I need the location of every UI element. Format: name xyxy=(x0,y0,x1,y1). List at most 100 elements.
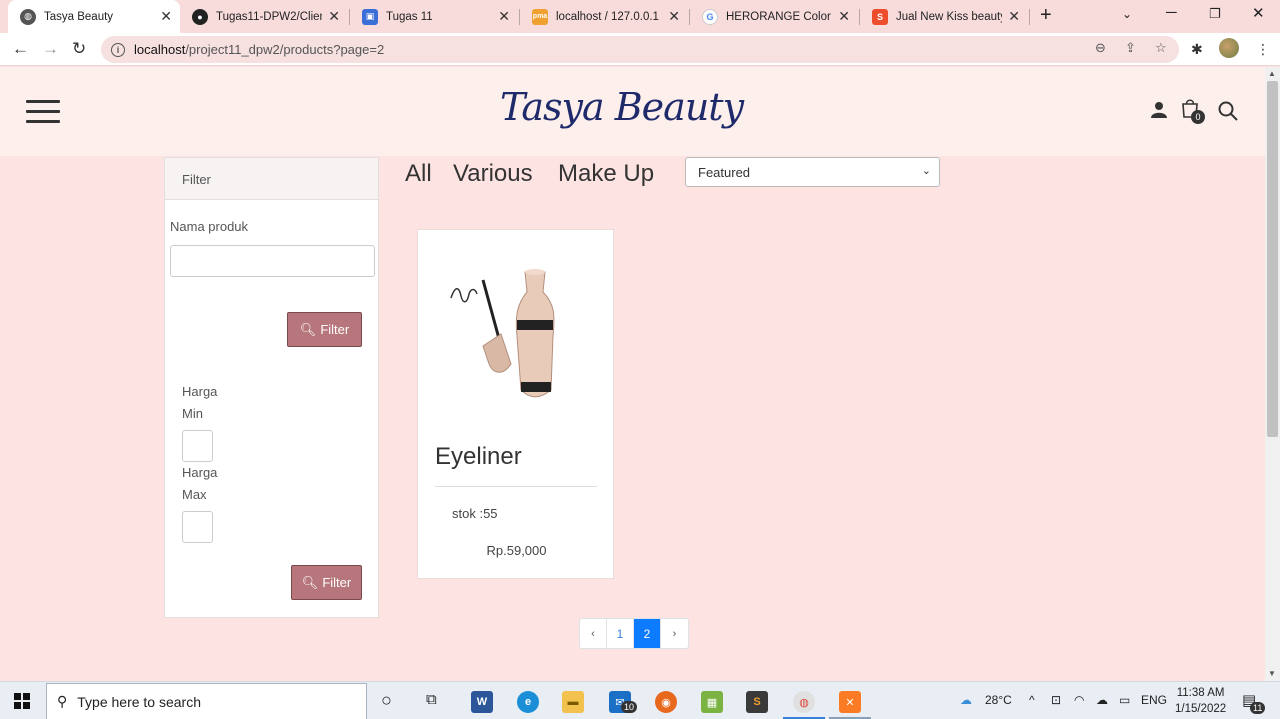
task-view-icon[interactable]: ⧉ xyxy=(426,691,437,708)
site-header: Tasya Beauty xyxy=(0,67,1265,156)
xampp-icon[interactable]: ✕ xyxy=(839,691,861,713)
filter-sidebar: Filter Nama produk 🔍︎ Filter Harga Min Ha… xyxy=(164,157,379,618)
price-max-label-line2: Max xyxy=(182,487,207,502)
category-all[interactable]: All xyxy=(405,160,432,188)
price-min-label-line2: Min xyxy=(182,406,203,421)
zoom-icon[interactable]: ⊖ xyxy=(1095,40,1106,56)
close-tab-icon[interactable]: ✕ xyxy=(328,8,340,25)
taskbar-clock[interactable]: 11:38 AM 1/15/2022 xyxy=(1175,685,1226,717)
close-window-icon[interactable]: ✕ xyxy=(1252,4,1265,22)
new-tab-button[interactable]: + xyxy=(1040,4,1052,27)
profile-avatar[interactable] xyxy=(1219,38,1239,58)
battery-icon[interactable]: ▭ xyxy=(1119,693,1130,707)
taskbar-search-placeholder: Type here to search xyxy=(77,693,202,710)
phpmyadmin-icon: pma xyxy=(532,8,548,25)
price-max-label: Harga Max xyxy=(182,465,217,502)
close-tab-icon[interactable]: ✕ xyxy=(668,8,680,25)
sort-select[interactable]: Featured ⌄ xyxy=(685,157,940,187)
product-name-label: Nama produk xyxy=(170,219,249,234)
extensions-puzzle-icon[interactable]: ✱ xyxy=(1191,41,1203,58)
url-bar[interactable]: i localhost/project11_dpw2/products?page… xyxy=(101,36,1179,63)
pagination-prev[interactable]: ‹ xyxy=(580,619,607,648)
close-tab-icon[interactable]: ✕ xyxy=(160,8,172,25)
share-icon[interactable]: ⇪ xyxy=(1125,40,1136,56)
price-min-label: Harga Min xyxy=(182,384,217,421)
meet-now-icon[interactable]: ⊡ xyxy=(1051,693,1061,707)
tab-shopee[interactable]: S Jual New Kiss beauty ✕ xyxy=(860,0,1028,33)
category-various[interactable]: Various xyxy=(453,160,533,188)
site-info-icon[interactable]: i xyxy=(111,42,125,57)
sort-selected-value: Featured xyxy=(698,165,751,180)
winrar-icon[interactable]: ▦ xyxy=(701,691,723,713)
pagination-next[interactable]: › xyxy=(661,619,688,648)
notifications-badge: 11 xyxy=(1250,702,1266,714)
classroom-icon: ▣ xyxy=(362,8,378,25)
tab-github[interactable]: ● Tugas11-DPW2/Client ✕ xyxy=(180,0,348,33)
hamburger-menu-icon[interactable] xyxy=(26,100,60,124)
onedrive-icon[interactable]: ☁ xyxy=(1096,693,1108,707)
edge-icon[interactable]: e xyxy=(517,691,539,713)
wifi-icon[interactable]: ◠ xyxy=(1074,693,1084,707)
product-price: Rp.59,000 xyxy=(486,543,547,558)
price-min-label-line1: Harga xyxy=(182,384,218,399)
chrome-icon[interactable]: ◍ xyxy=(793,691,815,713)
cart-count-badge: 0 xyxy=(1191,110,1205,124)
firefox-icon[interactable]: ◉ xyxy=(655,691,677,713)
price-filter-button[interactable]: 🔍︎ Filter xyxy=(291,565,362,600)
scrollbar-thumb[interactable] xyxy=(1267,81,1278,437)
word-icon[interactable]: W xyxy=(471,691,493,713)
google-icon: G xyxy=(702,8,718,25)
clock-time: 11:38 AM xyxy=(1176,687,1225,699)
windows-start-icon[interactable] xyxy=(14,693,30,709)
minimize-icon[interactable]: ─ xyxy=(1166,4,1177,21)
close-tab-icon[interactable]: ✕ xyxy=(498,8,510,25)
scroll-down-arrow-icon[interactable]: ▼ xyxy=(1268,669,1276,678)
tab-classroom[interactable]: ▣ Tugas 11 ✕ xyxy=(350,0,518,33)
weather-temp[interactable]: 28°C xyxy=(985,693,1012,707)
tab-search-chevron-icon[interactable]: ⌄ xyxy=(1122,7,1132,21)
page-scrollbar[interactable]: ▲ ▼ xyxy=(1265,67,1280,681)
close-tab-icon[interactable]: ✕ xyxy=(1008,8,1020,25)
tray-chevron-up-icon[interactable]: ^ xyxy=(1029,693,1035,707)
product-card[interactable]: Eyeliner stok :55 Rp.59,000 xyxy=(417,229,614,579)
pagination-page-2[interactable]: 2 xyxy=(634,619,661,648)
back-arrow-icon[interactable]: ← xyxy=(12,39,29,59)
tab-google[interactable]: G HERORANGE Color D ✕ xyxy=(690,0,858,33)
github-icon: ● xyxy=(192,8,208,25)
search-icon: 🔍︎ xyxy=(301,574,319,590)
product-name-input[interactable] xyxy=(170,245,375,277)
site-logo[interactable]: Tasya Beauty xyxy=(500,85,744,129)
tab-phpmyadmin[interactable]: pma localhost / 127.0.0.1 / ✕ xyxy=(520,0,688,33)
product-stock: stok :55 xyxy=(452,506,498,521)
pagination-page-1[interactable]: 1 xyxy=(607,619,634,648)
filter-button[interactable]: 🔍︎ Filter xyxy=(287,312,362,347)
weather-icon[interactable]: ☁ xyxy=(960,693,972,707)
language-indicator[interactable]: ENG xyxy=(1141,693,1167,707)
cortana-icon[interactable]: ○ xyxy=(381,690,392,711)
product-name[interactable]: Eyeliner xyxy=(435,443,522,471)
close-tab-icon[interactable]: ✕ xyxy=(838,8,850,25)
reload-icon[interactable]: ↻ xyxy=(72,39,86,59)
tab-title: Jual New Kiss beauty xyxy=(896,10,1003,23)
browser-menu-icon[interactable]: ⋮ xyxy=(1256,41,1270,58)
address-toolbar: ← → ↻ i localhost/project11_dpw2/product… xyxy=(0,33,1280,66)
search-icon[interactable] xyxy=(1218,101,1238,121)
tab-tasya-beauty[interactable]: ◍ Tasya Beauty ✕ xyxy=(8,0,180,33)
sublime-text-icon[interactable]: S xyxy=(746,691,768,713)
forward-arrow-icon[interactable]: → xyxy=(42,39,59,59)
pagination: ‹ 1 2 › xyxy=(579,618,689,649)
taskbar-search-box[interactable]: ⚲ Type here to search xyxy=(46,683,367,719)
price-min-input[interactable] xyxy=(182,430,213,462)
chevron-down-icon: ⌄ xyxy=(921,165,931,177)
restore-icon[interactable]: ❐ xyxy=(1209,6,1221,22)
file-explorer-icon[interactable]: ▬ xyxy=(562,691,584,713)
price-max-input[interactable] xyxy=(182,511,213,543)
user-icon[interactable] xyxy=(1150,101,1168,119)
scroll-up-arrow-icon[interactable]: ▲ xyxy=(1268,69,1276,78)
bookmark-star-icon[interactable]: ☆ xyxy=(1155,40,1167,56)
divider xyxy=(435,486,597,487)
mail-badge: 10 xyxy=(621,701,638,713)
browser-tab-strip: ◍ Tasya Beauty ✕ ● Tugas11-DPW2/Client ✕… xyxy=(0,0,1280,33)
category-make-up[interactable]: Make Up xyxy=(558,160,654,188)
tab-divider xyxy=(1029,9,1030,25)
